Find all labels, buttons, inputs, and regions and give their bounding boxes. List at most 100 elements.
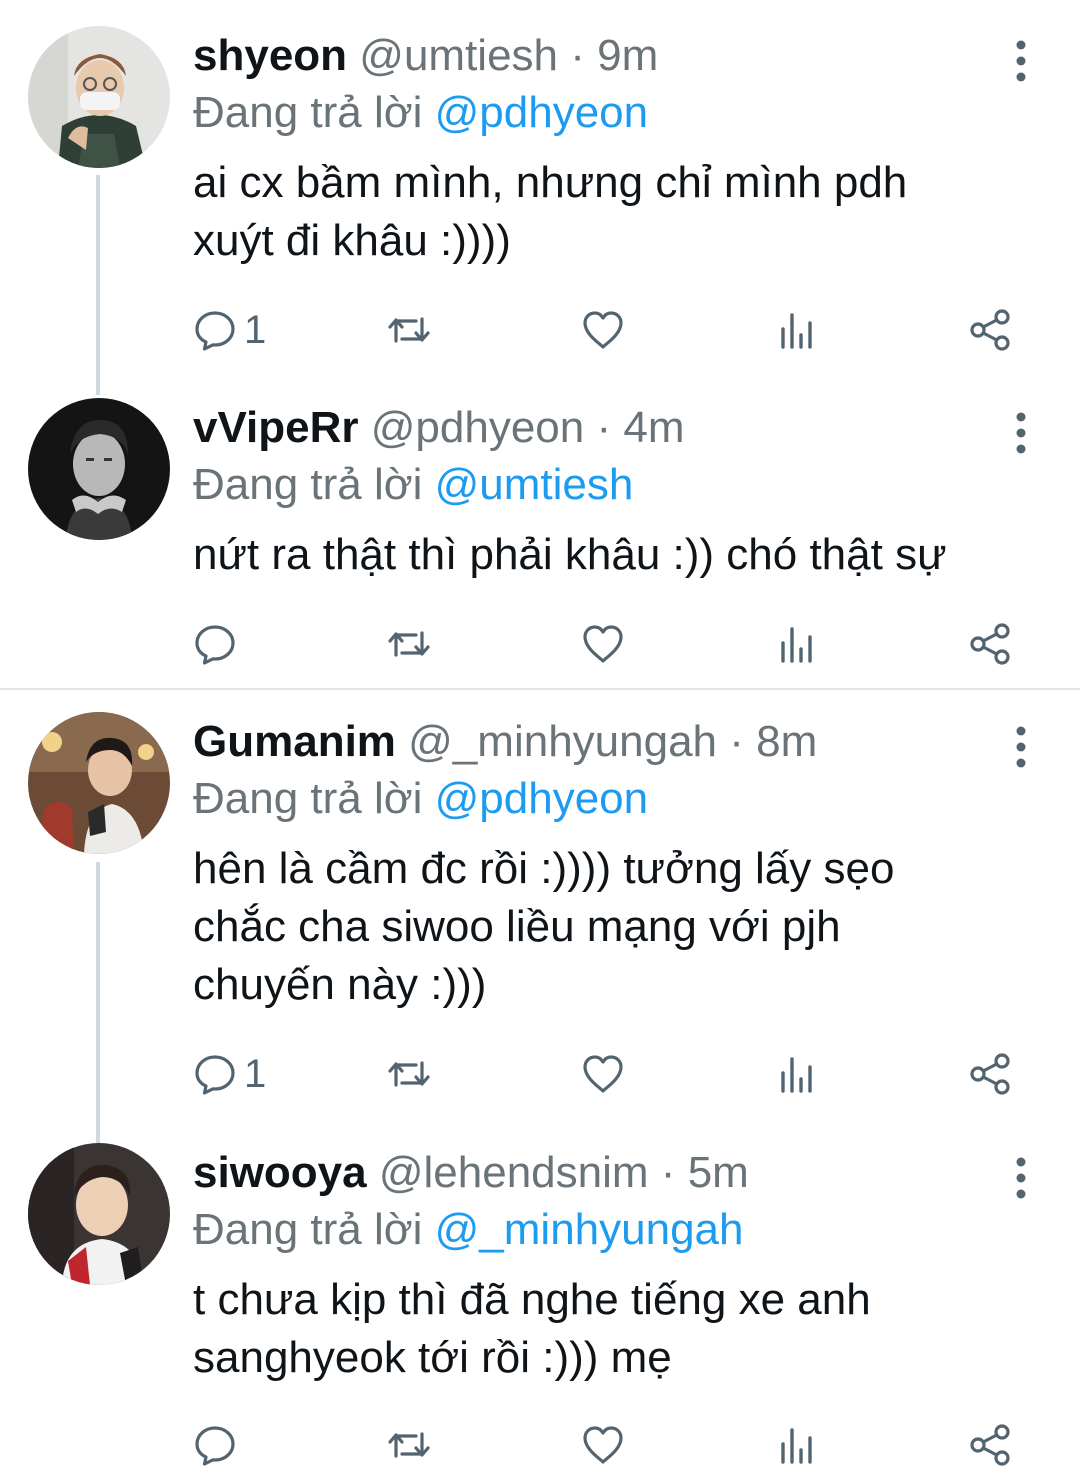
- analytics-icon: [781, 313, 812, 349]
- mention-link[interactable]: @pdhyeon: [435, 88, 649, 137]
- handle[interactable]: @lehendsnim: [379, 1148, 649, 1197]
- timestamp[interactable]: 4m: [623, 403, 684, 452]
- dot-separator: ·: [570, 31, 585, 80]
- reply-count: 1: [244, 1052, 267, 1096]
- dot-separator: ·: [596, 403, 612, 452]
- dot-separator: ·: [729, 717, 744, 766]
- replying-to-label: Đang trả lời: [193, 774, 423, 823]
- reply-icon: [195, 1055, 235, 1095]
- tweet[interactable]: siwooya @lehendsnim · 5m Đang trả lời @_…: [0, 1143, 1080, 1470]
- share-button[interactable]: [967, 614, 1013, 674]
- avatar-photo-gumanim: [28, 712, 170, 854]
- retweet-icon: [388, 1432, 430, 1458]
- tweet-header: siwooya @lehendsnim · 5m: [193, 1143, 749, 1203]
- tweet-text-line: nứt ra thật thì phải khâu :)) chó thật s…: [193, 530, 947, 579]
- reply-icon: [195, 311, 235, 351]
- replying-to: Đang trả lời @pdhyeon: [193, 770, 648, 828]
- thread-divider: [0, 688, 1080, 690]
- tweet-actions: 1: [0, 1044, 1080, 1104]
- dot-separator: ·: [660, 1148, 676, 1197]
- retweet-button[interactable]: [386, 300, 432, 360]
- replying-to: Đang trả lời @umtiesh: [193, 456, 633, 514]
- mention-link[interactable]: @pdhyeon: [435, 774, 649, 823]
- handle[interactable]: @pdhyeon: [371, 403, 585, 452]
- reply-icon: [195, 625, 235, 665]
- tweet-header: shyeon @umtiesh · 9m: [193, 26, 658, 86]
- avatar-photo-vviperr: [28, 398, 170, 540]
- retweet-button[interactable]: [386, 1415, 432, 1475]
- display-name[interactable]: vVipeRr: [193, 403, 359, 452]
- tweet-text-line: t chưa kịp thì đã nghe tiếng xe anh: [193, 1275, 871, 1324]
- handle[interactable]: @_minhyungah: [408, 717, 717, 766]
- retweet-button[interactable]: [386, 1044, 432, 1104]
- share-button[interactable]: [967, 1044, 1013, 1104]
- mention-link[interactable]: @umtiesh: [435, 460, 634, 509]
- more-options-icon[interactable]: [1006, 410, 1036, 456]
- reply-button[interactable]: 1: [192, 300, 266, 360]
- analytics-icon: [781, 627, 812, 663]
- reply-count: 1: [244, 308, 267, 352]
- tweet-actions: 1: [0, 300, 1080, 360]
- tweet-actions: [0, 614, 1080, 674]
- timestamp[interactable]: 8m: [756, 717, 817, 766]
- heart-icon: [583, 1055, 623, 1093]
- reply-button[interactable]: [192, 614, 244, 674]
- avatar-photo-siwooya: [28, 1143, 170, 1285]
- more-options-icon[interactable]: [1006, 38, 1036, 84]
- mention-link[interactable]: @_minhyungah: [435, 1205, 744, 1254]
- analytics-button[interactable]: [774, 1044, 820, 1104]
- tweet-text: t chưa kịp thì đã nghe tiếng xe anh sang…: [193, 1271, 1033, 1387]
- replying-to-label: Đang trả lời: [193, 1205, 423, 1254]
- display-name[interactable]: siwooya: [193, 1148, 367, 1197]
- tweet[interactable]: shyeon @umtiesh · 9m Đang trả lời @pdhye…: [0, 26, 1080, 366]
- tweet[interactable]: vVipeRr @pdhyeon · 4m Đang trả lời @umti…: [0, 398, 1080, 686]
- avatar[interactable]: [28, 712, 170, 854]
- tweet-text: nứt ra thật thì phải khâu :)) chó thật s…: [193, 526, 1033, 584]
- avatar[interactable]: [28, 1143, 170, 1285]
- analytics-button[interactable]: [774, 1415, 820, 1475]
- share-icon: [970, 1424, 1010, 1466]
- share-icon: [970, 309, 1010, 351]
- heart-icon: [583, 625, 623, 663]
- analytics-button[interactable]: [774, 614, 820, 674]
- analytics-icon: [781, 1057, 812, 1093]
- analytics-button[interactable]: [774, 300, 820, 360]
- tweet-actions: [0, 1415, 1080, 1475]
- like-button[interactable]: [580, 1044, 626, 1104]
- tweet-text: hên là cầm đc rồi :)))) tưởng lấy sẹo ch…: [193, 840, 1033, 1014]
- heart-icon: [583, 311, 623, 349]
- reply-icon: [195, 1426, 235, 1466]
- share-icon: [970, 623, 1010, 665]
- display-name[interactable]: shyeon: [193, 31, 347, 80]
- tweet-text-line: sanghyeok tới rồi :))) mẹ: [193, 1333, 672, 1382]
- more-options-icon[interactable]: [1006, 1155, 1036, 1201]
- display-name[interactable]: Gumanim: [193, 717, 396, 766]
- avatar-photo-shyeon: [28, 26, 170, 168]
- share-button[interactable]: [967, 1415, 1013, 1475]
- like-button[interactable]: [580, 1415, 626, 1475]
- replying-to: Đang trả lời @_minhyungah: [193, 1201, 743, 1259]
- like-button[interactable]: [580, 614, 626, 674]
- share-button[interactable]: [967, 300, 1013, 360]
- avatar[interactable]: [28, 398, 170, 540]
- more-options-icon[interactable]: [1006, 724, 1036, 770]
- tweet[interactable]: Gumanim @_minhyungah · 8m Đang trả lời @…: [0, 712, 1080, 1112]
- analytics-icon: [781, 1428, 812, 1464]
- tweet-text-line: chuyến này :))): [193, 960, 487, 1009]
- tweet-text-line: hên là cầm đc rồi :)))) tưởng lấy sẹo: [193, 844, 895, 893]
- retweet-icon: [388, 631, 430, 657]
- reply-button[interactable]: [192, 1415, 244, 1475]
- handle[interactable]: @umtiesh: [359, 31, 558, 80]
- tweet-text-line: xuýt đi khâu :)))): [193, 216, 511, 265]
- reply-button[interactable]: 1: [192, 1044, 266, 1104]
- retweet-button[interactable]: [386, 614, 432, 674]
- tweet-text: ai cx bầm mình, nhưng chỉ mình pdh xuýt …: [193, 154, 1033, 270]
- timestamp[interactable]: 9m: [597, 31, 658, 80]
- tweet-text-line: chắc cha siwoo liều mạng với pjh: [193, 902, 841, 951]
- timestamp[interactable]: 5m: [688, 1148, 749, 1197]
- replying-to-label: Đang trả lời: [193, 460, 423, 509]
- like-button[interactable]: [580, 300, 626, 360]
- share-icon: [970, 1053, 1010, 1095]
- avatar[interactable]: [28, 26, 170, 168]
- heart-icon: [583, 1426, 623, 1464]
